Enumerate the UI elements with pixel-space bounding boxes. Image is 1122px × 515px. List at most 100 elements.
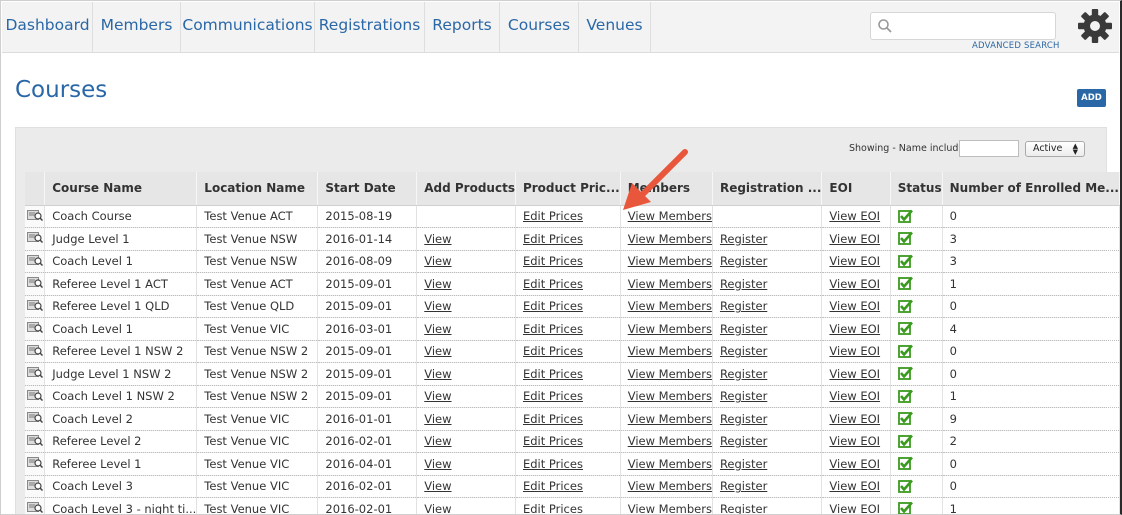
column-header[interactable] — [25, 172, 46, 206]
view-members-link[interactable]: View Members — [628, 277, 712, 291]
edit-prices-link[interactable]: Edit Prices — [523, 322, 583, 336]
register-link[interactable]: Register — [720, 232, 767, 246]
view-eoi-link[interactable]: View EOI — [829, 502, 880, 514]
edit-prices-link[interactable]: Edit Prices — [523, 434, 583, 448]
add-products-link[interactable]: View — [424, 254, 451, 268]
register-link[interactable]: Register — [720, 502, 767, 514]
nav-item-venues[interactable]: Venues — [579, 2, 651, 52]
nav-item-members[interactable]: Members — [93, 2, 181, 52]
add-products-link[interactable]: View — [424, 502, 451, 514]
edit-prices-link[interactable]: Edit Prices — [523, 299, 583, 313]
view-details-icon[interactable] — [25, 272, 46, 296]
view-details-icon[interactable] — [25, 362, 46, 386]
add-products-link[interactable]: View — [424, 367, 451, 381]
view-details-icon[interactable] — [25, 227, 46, 251]
view-members-link[interactable]: View Members — [628, 457, 712, 471]
view-eoi-link[interactable]: View EOI — [829, 412, 880, 426]
view-eoi-link[interactable]: View EOI — [829, 367, 880, 381]
edit-prices-link[interactable]: Edit Prices — [523, 457, 583, 471]
view-members-link[interactable]: View Members — [628, 367, 712, 381]
view-details-icon[interactable] — [25, 430, 46, 453]
edit-prices-link[interactable]: Edit Prices — [523, 412, 583, 426]
edit-prices-link[interactable]: Edit Prices — [523, 367, 583, 381]
view-members-link[interactable]: View Members — [628, 502, 712, 514]
view-eoi-link[interactable]: View EOI — [829, 299, 880, 313]
register-link[interactable]: Register — [720, 299, 767, 313]
view-eoi-link[interactable]: View EOI — [829, 457, 880, 471]
add-products-link[interactable]: View — [424, 232, 451, 246]
view-eoi-link[interactable]: View EOI — [829, 209, 880, 223]
column-header[interactable]: EOI — [821, 172, 891, 206]
nav-item-dashboard[interactable]: Dashboard — [3, 2, 93, 52]
edit-prices-link[interactable]: Edit Prices — [523, 209, 583, 223]
add-products-link[interactable]: View — [424, 299, 451, 313]
add-products-link[interactable]: View — [424, 434, 451, 448]
view-details-icon[interactable] — [25, 497, 46, 514]
register-link[interactable]: Register — [720, 457, 767, 471]
register-link[interactable]: Register — [720, 479, 767, 493]
column-header[interactable]: Number of Enrolled Me... — [942, 172, 1120, 206]
add-products-link[interactable]: View — [424, 457, 451, 471]
view-details-icon[interactable] — [25, 295, 46, 318]
name-filter-input[interactable] — [959, 140, 1019, 157]
view-eoi-link[interactable]: View EOI — [829, 254, 880, 268]
view-details-icon[interactable] — [25, 452, 46, 476]
column-header[interactable]: Registration ... — [712, 172, 823, 206]
view-details-icon[interactable] — [25, 385, 46, 408]
view-eoi-link[interactable]: View EOI — [829, 434, 880, 448]
view-members-link[interactable]: View Members — [628, 412, 712, 426]
view-details-icon[interactable] — [25, 250, 46, 273]
edit-prices-link[interactable]: Edit Prices — [523, 254, 583, 268]
column-header[interactable]: Status — [890, 172, 943, 206]
view-eoi-link[interactable]: View EOI — [829, 232, 880, 246]
edit-prices-link[interactable]: Edit Prices — [523, 344, 583, 358]
advanced-search-link[interactable]: ADVANCED SEARCH — [972, 41, 1060, 51]
view-members-link[interactable]: View Members — [628, 479, 712, 493]
edit-prices-link[interactable]: Edit Prices — [523, 232, 583, 246]
view-details-icon[interactable] — [25, 340, 46, 363]
view-members-link[interactable]: View Members — [628, 344, 712, 358]
nav-item-reports[interactable]: Reports — [425, 2, 500, 52]
view-eoi-link[interactable]: View EOI — [829, 389, 880, 403]
edit-prices-link[interactable]: Edit Prices — [523, 277, 583, 291]
add-products-link[interactable]: View — [424, 277, 451, 291]
search-box[interactable] — [870, 12, 1056, 40]
gear-icon[interactable] — [1077, 8, 1113, 44]
view-members-link[interactable]: View Members — [628, 254, 712, 268]
register-link[interactable]: Register — [720, 434, 767, 448]
register-link[interactable]: Register — [720, 389, 767, 403]
view-eoi-link[interactable]: View EOI — [829, 344, 880, 358]
view-members-link[interactable]: View Members — [628, 389, 712, 403]
nav-item-communications[interactable]: Communications — [181, 2, 315, 52]
nav-item-registrations[interactable]: Registrations — [315, 2, 425, 52]
add-course-button[interactable]: ADD — [1077, 89, 1106, 107]
add-products-link[interactable]: View — [424, 344, 451, 358]
edit-prices-link[interactable]: Edit Prices — [523, 389, 583, 403]
view-eoi-link[interactable]: View EOI — [829, 479, 880, 493]
add-products-link[interactable]: View — [424, 389, 451, 403]
view-members-link[interactable]: View Members — [628, 299, 712, 313]
column-header[interactable]: Product Pric... — [515, 172, 621, 206]
edit-prices-link[interactable]: Edit Prices — [523, 479, 583, 493]
column-header[interactable]: Course Name — [44, 172, 198, 206]
register-link[interactable]: Register — [720, 322, 767, 336]
add-products-link[interactable]: View — [424, 322, 451, 336]
register-link[interactable]: Register — [720, 344, 767, 358]
register-link[interactable]: Register — [720, 412, 767, 426]
column-header[interactable]: Start Date — [317, 172, 418, 206]
view-details-icon[interactable] — [25, 407, 46, 431]
view-details-icon[interactable] — [25, 205, 46, 228]
register-link[interactable]: Register — [720, 367, 767, 381]
search-input[interactable] — [897, 15, 1051, 37]
add-products-link[interactable]: View — [424, 412, 451, 426]
view-members-link[interactable]: View Members — [628, 322, 712, 336]
view-details-icon[interactable] — [25, 317, 46, 341]
view-details-icon[interactable] — [25, 475, 46, 498]
edit-prices-link[interactable]: Edit Prices — [523, 502, 583, 514]
register-link[interactable]: Register — [720, 254, 767, 268]
add-products-link[interactable]: View — [424, 479, 451, 493]
nav-item-courses[interactable]: Courses — [500, 2, 579, 52]
view-members-link[interactable]: View Members — [628, 434, 712, 448]
status-filter-select[interactable]: Active ▲ ▼ — [1025, 141, 1085, 157]
column-header[interactable]: Add Products — [416, 172, 516, 206]
